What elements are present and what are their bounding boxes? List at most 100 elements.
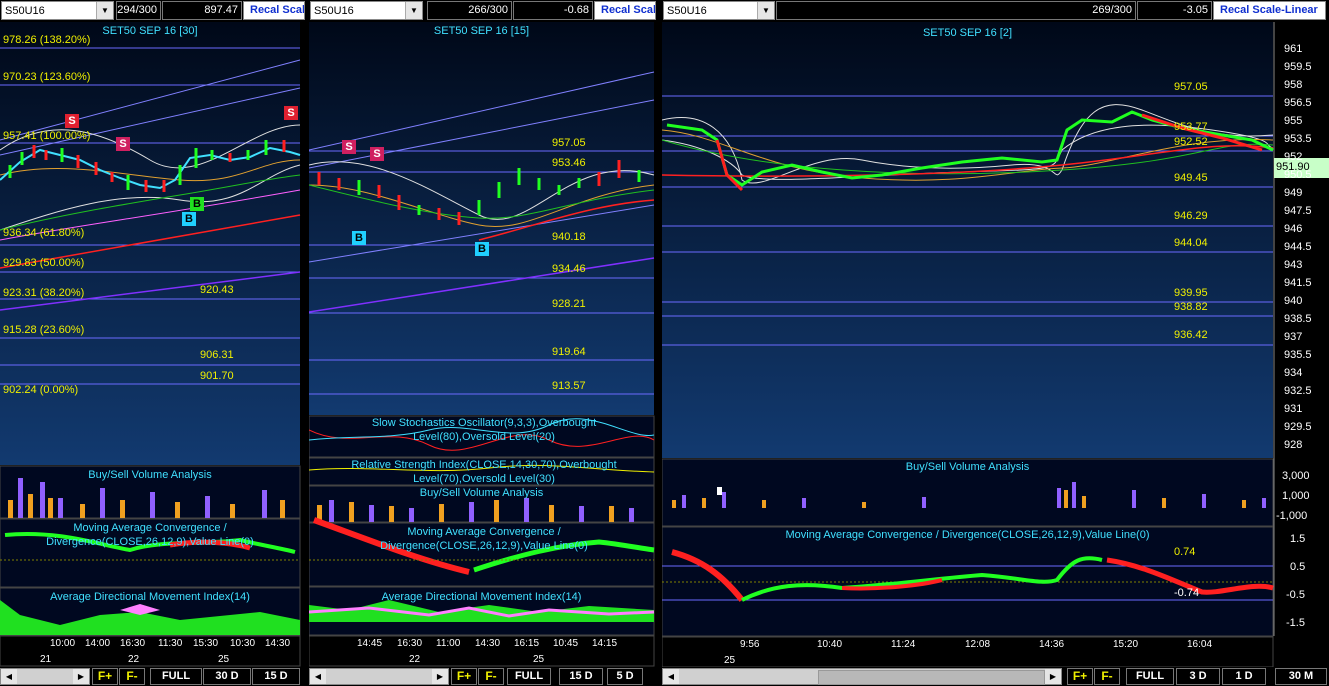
chart-title: SET50 SEP 16 [15] <box>433 25 530 37</box>
date-label: 22 <box>128 654 140 665</box>
date-label: 25 <box>533 654 545 665</box>
price-tick: 938.5 <box>1284 313 1312 325</box>
macd-tick: 1.5 <box>1290 533 1306 545</box>
panel-toolbar: ◀ ▶ F+ F- FULL 3 D 1 D 30 M <box>662 667 1329 686</box>
time-label: 16:04 <box>1187 639 1213 650</box>
price-tick: 941.5 <box>1284 277 1312 289</box>
rsi-indicator-title: Relative Strength Index(CLOSE,14,30,70),… <box>351 459 617 485</box>
time-label: 10:40 <box>817 639 843 650</box>
price-tick: 943 <box>1284 259 1303 271</box>
zoom-out-button[interactable]: F- <box>478 668 504 685</box>
chart-canvas[interactable] <box>309 0 659 686</box>
chart-panel-30min: S50U16 ▼ 294/300 897.47 Recal Scal SET50… <box>0 0 305 686</box>
fib-level: 978.26 (138.20%) <box>3 34 91 46</box>
horizontal-scrollbar[interactable]: ◀ ▶ <box>0 668 90 685</box>
price-tick: 928 <box>1284 439 1303 451</box>
range-5d-button[interactable]: 5 D <box>607 668 643 685</box>
chart-canvas[interactable] <box>0 0 305 686</box>
date-label: 25 <box>218 654 230 665</box>
scroll-left-icon[interactable]: ◀ <box>663 669 679 684</box>
sell-marker: S <box>342 140 356 154</box>
range-3d-button[interactable]: 3 D <box>1176 668 1220 685</box>
sell-marker: S <box>284 106 298 120</box>
range-15d-button[interactable]: 15 D <box>559 668 603 685</box>
price-tick: 934 <box>1284 367 1303 379</box>
chart-panel-15min: S50U16 ▼ 266/300 -0.68 Recal Scal SET50 … <box>309 0 659 686</box>
scrollbar-thumb[interactable] <box>818 670 1045 685</box>
time-label: 14:30 <box>475 638 501 649</box>
fib-level: 936.34 (61.80%) <box>3 227 85 239</box>
time-label: 11:30 <box>158 638 183 649</box>
buy-marker: B <box>352 231 366 245</box>
time-label: 14:15 <box>592 638 618 649</box>
time-label: 15:30 <box>193 638 219 649</box>
full-button[interactable]: FULL <box>1126 668 1174 685</box>
scroll-right-icon[interactable]: ▶ <box>1045 669 1061 684</box>
scroll-left-icon[interactable]: ◀ <box>1 669 17 684</box>
time-label: 14:30 <box>265 638 291 649</box>
price-level: 928.21 <box>552 298 586 310</box>
volume-indicator-title: Buy/Sell Volume Analysis <box>419 487 544 499</box>
time-label: 11:00 <box>436 638 461 649</box>
macd-tick: -0.5 <box>1286 589 1305 601</box>
chart-canvas[interactable] <box>662 0 1329 686</box>
time-label: 15:20 <box>1113 639 1139 650</box>
macd-indicator-title: Moving Average Convergence / Divergence(… <box>785 529 1150 541</box>
scroll-left-icon[interactable]: ◀ <box>310 669 326 684</box>
chart-panel-2min: S50U16 ▼ 269/300 -3.05 Recal Scale-Linea… <box>662 0 1329 686</box>
price-level: 940.18 <box>552 231 586 243</box>
fib-level: 970.23 (123.60%) <box>3 71 91 83</box>
price-tick: 947.5 <box>1284 205 1312 217</box>
zoom-out-button[interactable]: F- <box>1094 668 1120 685</box>
full-button[interactable]: FULL <box>150 668 202 685</box>
price-tick: 956.5 <box>1284 97 1312 109</box>
price-level: 913.57 <box>552 380 586 392</box>
price-tick: 958 <box>1284 79 1303 91</box>
price-tick: 961 <box>1284 43 1303 55</box>
range-30m-button[interactable]: 30 M <box>1275 668 1327 685</box>
price-tick: 940 <box>1284 295 1303 307</box>
fib-level: 957.41 (100.00%) <box>3 130 91 142</box>
range-30d-button[interactable]: 30 D <box>203 668 251 685</box>
horizontal-scrollbar[interactable]: ◀ ▶ <box>309 668 449 685</box>
time-label: 14:45 <box>357 638 383 649</box>
fib-level: 923.31 (38.20%) <box>3 287 85 299</box>
scroll-right-icon[interactable]: ▶ <box>432 669 448 684</box>
buy-marker: B <box>182 212 196 226</box>
range-15d-button[interactable]: 15 D <box>252 668 300 685</box>
macd-indicator-title: Moving Average Convergence / Divergence(… <box>380 526 588 552</box>
horizontal-scrollbar[interactable]: ◀ ▶ <box>662 668 1062 685</box>
date-label: 22 <box>409 654 421 665</box>
chart-title: SET50 SEP 16 [2] <box>922 27 1013 39</box>
range-1d-button[interactable]: 1 D <box>1222 668 1266 685</box>
price-tick: 959.5 <box>1284 61 1312 73</box>
scroll-right-icon[interactable]: ▶ <box>73 669 89 684</box>
volume-tick: -1,000 <box>1276 510 1308 522</box>
date-label: 25 <box>724 655 736 666</box>
price-level: 944.04 <box>1174 237 1208 249</box>
trading-workspace: S50U16 ▼ 294/300 897.47 Recal Scal SET50… <box>0 0 1329 686</box>
price-tick: 931 <box>1284 403 1303 415</box>
macd-indicator-title: Moving Average Convergence / Divergence(… <box>46 522 254 548</box>
time-label: 11:24 <box>891 639 916 650</box>
buy-marker: B <box>475 242 489 256</box>
price-tick: 950.5 <box>1284 169 1312 181</box>
price-tick: 935.5 <box>1284 349 1312 361</box>
sell-marker: S <box>65 114 79 128</box>
price-level: 919.64 <box>552 346 586 358</box>
price-tick: 937 <box>1284 331 1303 343</box>
stochastic-indicator-title: Slow Stochastics Oscillator(9,3,3),Overb… <box>371 417 597 443</box>
price-level: 952.52 <box>1174 136 1208 148</box>
price-level: 939.95 <box>1174 287 1208 299</box>
price-level: 949.45 <box>1174 172 1208 184</box>
full-button[interactable]: FULL <box>507 668 551 685</box>
zoom-in-button[interactable]: F+ <box>451 668 477 685</box>
price-level: 901.70 <box>200 370 234 382</box>
time-label: 14:36 <box>1039 639 1065 650</box>
time-label: 14:00 <box>85 638 111 649</box>
price-chart-area <box>0 22 300 465</box>
zoom-out-button[interactable]: F- <box>119 668 145 685</box>
zoom-in-button[interactable]: F+ <box>1067 668 1093 685</box>
price-level: 953.77 <box>1174 121 1208 133</box>
zoom-in-button[interactable]: F+ <box>92 668 118 685</box>
